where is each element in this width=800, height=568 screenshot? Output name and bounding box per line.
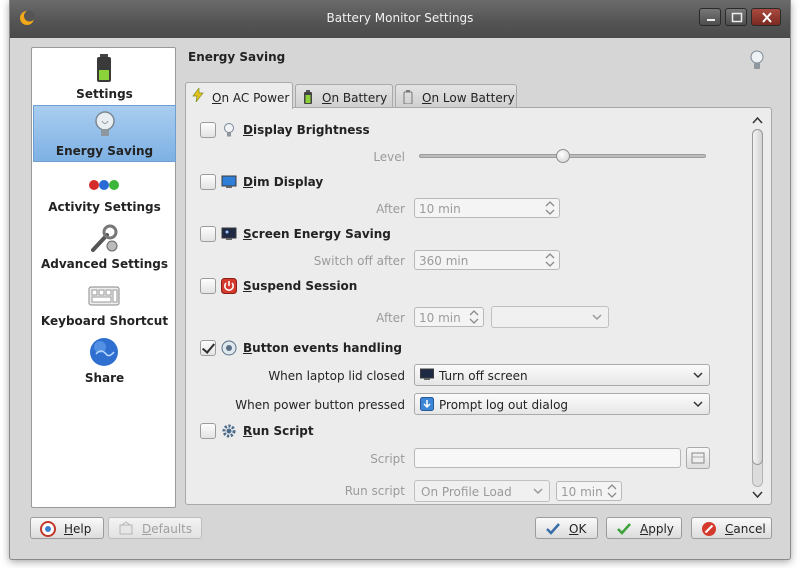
logout-icon [420,397,434,411]
maximize-button[interactable] [725,8,747,26]
lid-closed-combobox[interactable]: Turn off screen [414,364,710,386]
switch-off-after-label: Switch off after [313,254,405,268]
title-bar[interactable]: Battery Monitor Settings [10,0,790,38]
lid-closed-label: When laptop lid closed [268,369,405,383]
sidebar-item-label: Energy Saving [55,144,154,158]
close-button[interactable] [751,8,781,26]
window-title: Battery Monitor Settings [326,11,474,25]
display-brightness-checkbox[interactable] [200,122,216,138]
suspend-method-combobox[interactable] [491,306,609,328]
screen-icon [221,227,237,240]
ok-button[interactable]: OK [535,517,598,539]
chevron-down-icon[interactable] [751,489,764,501]
run-script-checkbox[interactable] [200,423,216,439]
sidebar-item-settings[interactable]: Settings [33,49,176,106]
button-events-checkbox[interactable] [200,340,216,356]
tab-on-ac-power[interactable]: On AC Power [185,82,293,109]
power-icon [221,278,237,294]
suspend-session-checkbox[interactable] [200,278,216,294]
tab-on-low-battery[interactable]: On Low Battery [395,84,517,108]
monitor-icon [420,368,434,380]
folder-open-icon [691,452,705,464]
close-icon [762,12,772,23]
button-events-label: Button events handling [243,341,402,355]
cancel-button[interactable]: Cancel [691,517,772,539]
level-label: Level [373,150,405,164]
sidebar-item-advanced-settings[interactable]: Advanced Settings [33,219,176,276]
help-icon [40,521,56,537]
button-events-icon [221,340,237,356]
lightbulb-icon [750,50,764,69]
defaults-icon [119,521,133,535]
browse-script-button[interactable] [686,447,710,469]
screen-energy-saving-label: Screen Energy Saving [243,227,391,241]
sidebar-item-share[interactable]: Share [33,333,176,390]
sidebar-item-label: Keyboard Shortcut [40,314,169,328]
category-sidebar: Settings Energy Saving Activity Settings… [31,47,176,508]
suspend-after-spinbox[interactable]: 10 min [414,307,484,327]
spin-arrows-icon [545,201,555,215]
lightbulb-icon [95,111,115,136]
sidebar-item-activity-settings[interactable]: Activity Settings [33,162,176,219]
dim-after-label: After [376,202,405,216]
chevron-down-icon [533,488,543,495]
chevron-down-icon [592,314,602,321]
battery-full-icon [304,90,312,104]
vertical-scrollbar[interactable] [750,115,765,501]
tab-on-battery[interactable]: On Battery [295,84,393,108]
keyboard-icon [88,286,120,306]
screen-energy-saving-checkbox[interactable] [200,226,216,242]
sidebar-item-label: Advanced Settings [40,257,168,271]
tools-icon [91,224,118,252]
switch-off-after-spinbox[interactable]: 360 min [414,250,560,270]
battery-empty-icon [403,90,413,104]
battery-icon [97,54,111,82]
page-title: Energy Saving [188,50,286,64]
dim-display-label: Dim Display [243,175,324,189]
activity-dots-icon [89,180,119,190]
sidebar-item-label: Share [84,371,125,385]
dim-after-spinbox[interactable]: 10 min [414,198,560,218]
spin-arrows-icon [545,253,555,267]
apply-button[interactable]: Apply [606,517,682,539]
help-button[interactable]: Help [30,517,104,539]
ac-power-icon [192,88,204,102]
run-script-time-spinbox[interactable]: 10 min [556,481,622,501]
run-script-when-combobox[interactable]: On Profile Load [414,480,550,502]
cancel-icon [702,522,716,536]
settings-window: Battery Monitor Settings Settings Energy… [9,0,791,560]
checkmark-icon [617,523,631,535]
power-button-label: When power button pressed [235,398,405,412]
checkmark-icon [546,523,560,535]
spin-arrows-icon [607,484,617,498]
run-script-when-label: Run script [344,484,405,498]
brightness-slider-handle[interactable] [555,149,570,163]
power-button-combobox[interactable]: Prompt log out dialog [414,393,710,415]
script-label: Script [370,452,405,466]
suspend-session-label: Suspend Session [243,279,358,293]
chevron-down-icon [693,401,703,408]
script-path-input[interactable] [414,448,681,468]
minimize-button[interactable] [699,8,721,26]
chevron-down-icon [693,372,703,379]
defaults-button[interactable]: Defaults [108,517,202,539]
scrollbar-thumb[interactable] [752,129,763,465]
globe-icon [90,338,118,366]
gear-icon [222,424,236,438]
spin-arrows-icon [469,310,479,324]
suspend-after-label: After [376,311,405,325]
tab-content-panel [185,107,772,505]
minimize-icon [707,19,715,21]
sidebar-item-label: Activity Settings [48,200,161,214]
maximize-icon [731,12,743,23]
lightbulb-icon [224,123,234,137]
monitor-icon [221,175,237,188]
sidebar-item-label: Settings [76,87,133,101]
run-script-label: Run Script [243,424,314,438]
sidebar-item-energy-saving[interactable]: Energy Saving [33,105,176,162]
chevron-up-icon[interactable] [751,115,764,127]
display-brightness-label: Display Brightness [243,123,370,137]
dim-display-checkbox[interactable] [200,174,216,190]
sidebar-item-keyboard-shortcut[interactable]: Keyboard Shortcut [33,276,176,333]
